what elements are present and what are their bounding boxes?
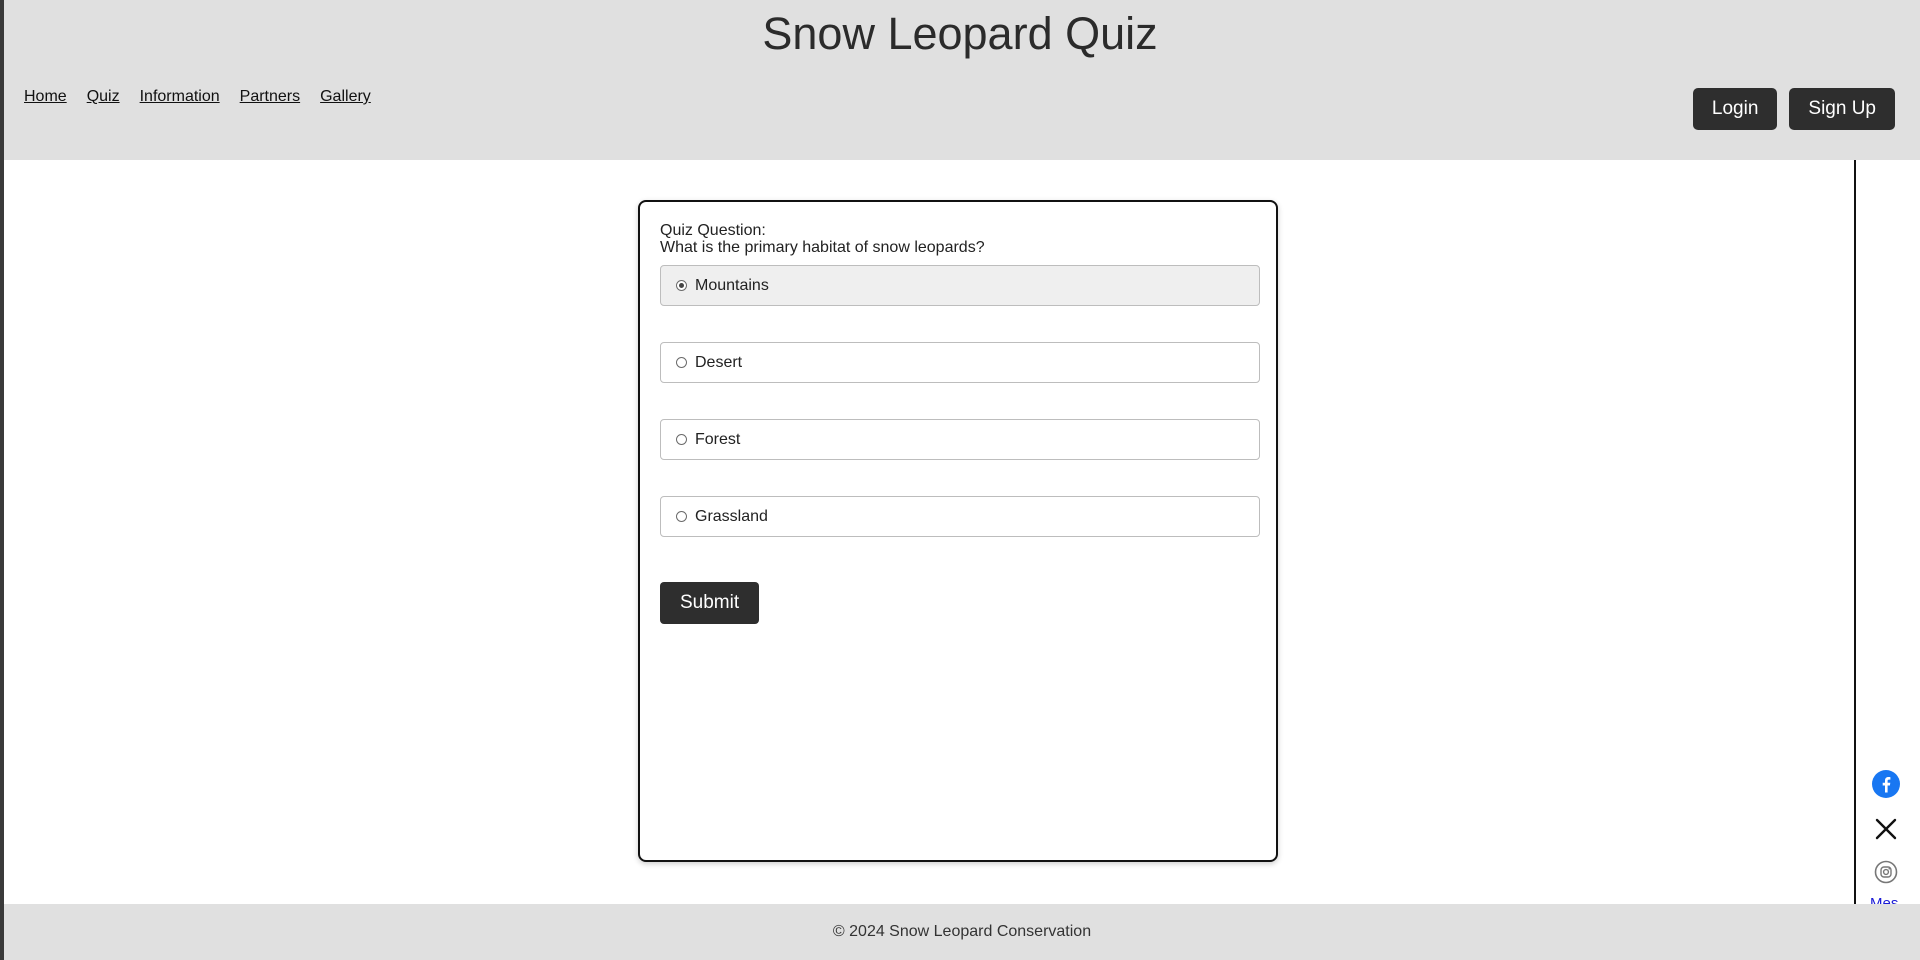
- main-nav: Home Quiz Information Partners Gallery: [24, 88, 371, 106]
- answer-option-desert[interactable]: Desert: [660, 342, 1260, 383]
- radio-button[interactable]: [676, 511, 687, 522]
- answer-option-forest[interactable]: Forest: [660, 419, 1260, 460]
- answer-option-label: Forest: [695, 430, 741, 448]
- social-sidebar-divider: [1854, 160, 1856, 904]
- nav-home-link[interactable]: Home: [24, 88, 67, 106]
- site-footer: © 2024 Snow Leopard Conservation: [4, 904, 1920, 960]
- footer-copyright: © 2024 Snow Leopard Conservation: [832, 923, 1092, 940]
- answer-option-mountains[interactable]: Mountains: [660, 265, 1260, 306]
- site-header: Snow Leopard Quiz Home Quiz Information …: [4, 0, 1920, 160]
- x-icon[interactable]: [1874, 817, 1898, 846]
- signup-button[interactable]: Sign Up: [1789, 88, 1895, 130]
- answer-option-label: Desert: [695, 353, 743, 371]
- social-icons: Mes: [1870, 770, 1902, 911]
- answer-option-label: Mountains: [695, 276, 769, 294]
- site-title: Snow Leopard Quiz: [762, 8, 1158, 59]
- quiz-question-label: Quiz Question:: [660, 222, 766, 239]
- submit-button[interactable]: Submit: [660, 582, 760, 624]
- facebook-icon[interactable]: [1872, 770, 1900, 803]
- answer-option-grassland[interactable]: Grassland: [660, 496, 1260, 537]
- radio-button[interactable]: [676, 357, 687, 368]
- radio-button-checked[interactable]: [676, 280, 687, 291]
- answer-option-label: Grassland: [695, 507, 768, 525]
- nav-partners-link[interactable]: Partners: [240, 88, 300, 106]
- radio-button[interactable]: [676, 434, 687, 445]
- quiz-card: Quiz Question: What is the primary habit…: [638, 200, 1278, 862]
- nav-information-link[interactable]: Information: [140, 88, 220, 106]
- quiz-question-text: What is the primary habitat of snow leop…: [660, 239, 985, 256]
- nav-gallery-link[interactable]: Gallery: [320, 88, 371, 106]
- answer-options: Mountains Desert Forest Grassland: [660, 265, 1260, 537]
- auth-buttons: Login Sign Up: [1692, 88, 1895, 130]
- nav-quiz-link[interactable]: Quiz: [87, 88, 120, 106]
- instagram-icon[interactable]: [1874, 860, 1898, 889]
- login-button[interactable]: Login: [1692, 88, 1778, 130]
